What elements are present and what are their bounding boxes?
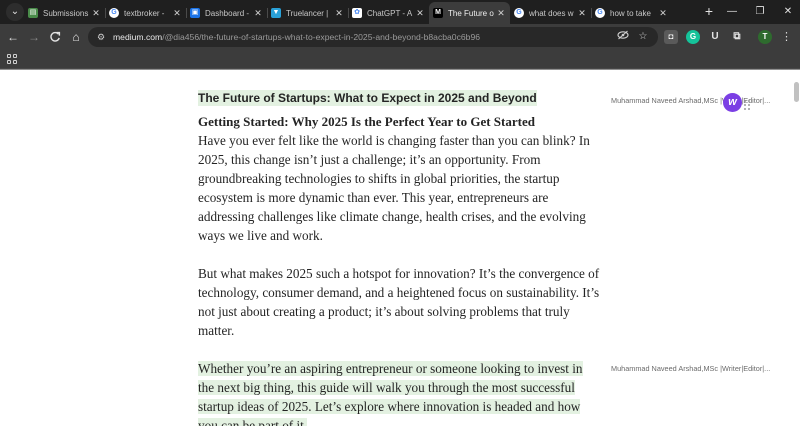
url-text[interactable]: medium.com/@dia456/the-future-of-startup… xyxy=(113,27,480,47)
tab-1[interactable]: ▤ Submissions ✕ xyxy=(24,2,105,24)
google-icon: G xyxy=(109,8,119,18)
drag-handle-icon[interactable] xyxy=(744,100,752,110)
tab-6[interactable]: M The Future o ✕ xyxy=(429,2,510,24)
highlight-author-note[interactable]: Muhammad Naveed Arshad,MSc |Writer|Edito… xyxy=(611,364,770,373)
forward-arrow-icon[interactable]: → xyxy=(25,28,43,46)
tab-title: Submissions xyxy=(43,8,89,18)
submissions-icon: ▤ xyxy=(28,8,38,18)
chatgpt-icon: ✿ xyxy=(352,8,362,18)
article-paragraph-2: But what makes 2025 such a hotspot for i… xyxy=(198,266,600,338)
apps-grid-icon[interactable] xyxy=(7,54,17,64)
tab-title: how to take xyxy=(610,8,651,18)
tab-strip: ⌄ ▤ Submissions ✕ Gtextbroker - ✕ ▣ Dashboard … xyxy=(0,0,800,24)
home-icon[interactable]: ⌂ xyxy=(67,28,85,46)
tab-close-icon[interactable]: ✕ xyxy=(658,8,668,19)
tab-search-chevron-icon[interactable]: ⌄ xyxy=(6,3,24,21)
tab-close-icon[interactable]: ✕ xyxy=(91,8,101,19)
tab-list: ▤ Submissions ✕ Gtextbroker - ✕ ▣ Dashboard - ✕… xyxy=(24,2,672,24)
url-path: /@dia456/the-future-of-startups-what-to-… xyxy=(162,32,480,42)
tab-title: textbroker - xyxy=(124,8,165,18)
minimize-button[interactable]: — xyxy=(720,2,744,22)
kebab-menu-icon[interactable]: ⋮ xyxy=(781,29,792,45)
profile-avatar[interactable]: T xyxy=(758,30,772,44)
google-icon: G xyxy=(514,8,524,18)
tab-close-icon[interactable]: ✕ xyxy=(172,8,182,19)
tab-7[interactable]: Gwhat does w ✕ xyxy=(510,2,591,24)
page-content: The Future of Startups: What to Expect i… xyxy=(0,70,800,426)
browser-toolbar: ← → ⌂ ⚙ medium.com/@dia456/the-future-of… xyxy=(0,24,800,50)
tab-5[interactable]: ✿ ChatGPT - A ✕ xyxy=(348,2,429,24)
close-window-button[interactable]: ✕ xyxy=(776,2,800,22)
article-paragraph-1: Have you ever felt like the world is cha… xyxy=(198,133,590,243)
dashboard-icon: ▣ xyxy=(190,8,200,18)
site-info-tune-icon[interactable]: ⚙ xyxy=(95,31,107,43)
new-tab-plus-icon[interactable]: + xyxy=(702,4,716,18)
writing-assistant-badge-icon[interactable]: w xyxy=(723,93,742,112)
tab-close-icon[interactable]: ✕ xyxy=(577,8,587,19)
article-body: The Future of Startups: What to Expect i… xyxy=(198,90,600,426)
article-paragraph-3: Whether you’re an aspiring entrepreneur … xyxy=(198,359,600,426)
tab-close-icon[interactable]: ✕ xyxy=(496,8,506,19)
highlighted-text[interactable]: Whether you’re an aspiring entrepreneur … xyxy=(198,361,583,426)
tab-title: what does w xyxy=(529,8,574,18)
tab-title: Dashboard - xyxy=(205,8,250,18)
article-title: The Future of Startups: What to Expect i… xyxy=(198,90,537,106)
tab-close-icon[interactable]: ✕ xyxy=(253,8,263,19)
tab-3[interactable]: ▣ Dashboard - ✕ xyxy=(186,2,267,24)
tab-close-icon[interactable]: ✕ xyxy=(415,8,425,19)
grammarly-extension-icon[interactable]: G xyxy=(686,30,700,44)
back-arrow-icon[interactable]: ← xyxy=(4,28,22,46)
bookmark-star-icon[interactable]: ☆ xyxy=(636,30,650,44)
medium-icon: M xyxy=(433,8,443,18)
tab-title: ChatGPT - A xyxy=(367,8,413,18)
address-bar[interactable]: ⚙ medium.com/@dia456/the-future-of-start… xyxy=(88,27,658,47)
tab-2[interactable]: Gtextbroker - ✕ xyxy=(105,2,186,24)
bookmarks-bar xyxy=(0,50,800,68)
restore-button[interactable]: ❐ xyxy=(748,2,772,22)
tab-title: The Future o xyxy=(448,8,494,18)
google-icon: G xyxy=(595,8,605,18)
tab-title: Truelancer | xyxy=(286,8,329,18)
tab-4[interactable]: ▼ Truelancer | ✕ xyxy=(267,2,348,24)
u-extension-icon[interactable]: U xyxy=(708,30,722,44)
scrollbar-thumb[interactable] xyxy=(794,82,799,102)
eye-slash-icon[interactable] xyxy=(616,30,630,44)
truelancer-icon: ▼ xyxy=(271,8,281,18)
tab-close-icon[interactable]: ✕ xyxy=(334,8,344,19)
screen-capture-extension-icon[interactable]: ◘ xyxy=(664,30,678,44)
reload-icon[interactable] xyxy=(46,28,64,46)
extensions-puzzle-icon[interactable]: ⧉ xyxy=(730,30,744,44)
url-host: medium.com xyxy=(113,32,163,42)
tab-8[interactable]: Ghow to take ✕ xyxy=(591,2,672,24)
article-subheading: Getting Started: Why 2025 Is the Perfect… xyxy=(198,114,535,129)
